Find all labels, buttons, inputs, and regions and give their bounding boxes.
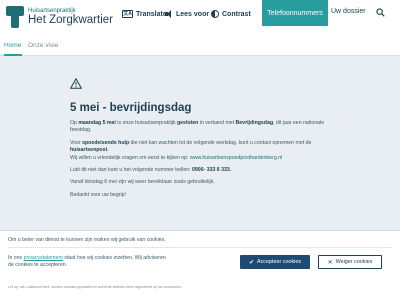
- active-tab-indicator: [4, 54, 22, 56]
- nav-tabs: Home Onze visie: [0, 38, 400, 56]
- accept-cookies-button[interactable]: ✔ Accepteer cookies: [240, 255, 310, 269]
- logo-subtitle: Huisartsenpraktijk: [28, 7, 76, 14]
- translate-button[interactable]: 文A Translate: [122, 8, 167, 20]
- announcement: 5 mei - bevrijdingsdag Op maandag 5 mei …: [69, 77, 340, 204]
- cookie-banner-title: Om u beter van dienst te kunnen zijn mak…: [8, 237, 166, 243]
- paragraph-closure: Op maandag 5 mei is onze huisartsenprakt…: [70, 120, 325, 134]
- tab-onze-visie[interactable]: Onze visie: [28, 42, 58, 49]
- checkmark-icon: ✔: [248, 259, 254, 266]
- cookie-footnote: Let op: als u akkoord bent, worden cooki…: [8, 285, 183, 289]
- emergency-phone-number: 0900- 333 6 333.: [192, 167, 232, 174]
- search-icon[interactable]: [376, 8, 385, 17]
- speaker-icon: [165, 10, 173, 18]
- close-icon: ✕: [327, 259, 333, 266]
- logo[interactable]: Huisartsenpraktijk Het Zorgkwartier: [6, 6, 113, 28]
- paragraph-thanks: Bedankt voor uw begrip!: [70, 191, 126, 198]
- translate-icon: 文A: [122, 10, 133, 18]
- page-title: 5 mei - bevrijdingsdag: [70, 102, 192, 114]
- divider: [8, 247, 392, 248]
- contrast-button[interactable]: Contrast: [211, 8, 251, 20]
- cookie-banner-text: In ons privacystatement staat hoe wij co…: [8, 255, 166, 269]
- accept-cookies-label: Accepteer cookies: [256, 259, 302, 265]
- privacy-statement-link[interactable]: privacystatement: [24, 255, 63, 261]
- read-aloud-label: Lees voor: [176, 10, 210, 18]
- tab-home[interactable]: Home: [4, 42, 21, 49]
- paragraph-phone: Lukt dit niet dan kunt u het volgende nu…: [70, 167, 232, 174]
- reject-cookies-label: Weiger cookies: [335, 259, 373, 265]
- cookie-banner: Om u beter van dienst te kunnen zijn mak…: [0, 230, 400, 300]
- emergency-link[interactable]: www.huisartsenspoedposthardenberg.nl: [190, 155, 282, 161]
- paragraph-reopen: Vanaf dinsdag 6 mei zijn wij weer bereik…: [70, 179, 215, 186]
- paragraph-emergency: Voor spoedeisende hulp die niet kan wach…: [70, 139, 312, 161]
- site-header: Huisartsenpraktijk Het Zorgkwartier 文A T…: [0, 0, 400, 38]
- dossier-button[interactable]: Uw dossier: [331, 8, 366, 15]
- contrast-icon: [211, 10, 219, 18]
- translate-label: Translate: [136, 10, 167, 18]
- phone-numbers-button[interactable]: Telefoonnummers: [262, 0, 328, 26]
- read-aloud-button[interactable]: Lees voor: [165, 8, 209, 20]
- reject-cookies-button[interactable]: ✕ Weiger cookies: [318, 255, 382, 269]
- warning-icon: [69, 77, 83, 89]
- contrast-label: Contrast: [222, 10, 251, 18]
- logo-title: Het Zorgkwartier: [28, 13, 113, 26]
- logo-mark-icon: [6, 6, 24, 28]
